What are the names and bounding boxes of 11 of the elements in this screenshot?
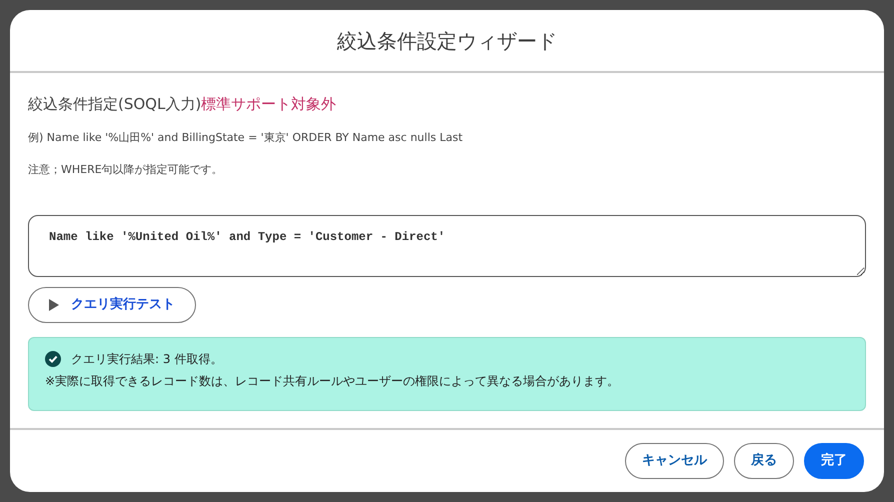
example-text: 例) Name like '%山田%' and BillingState = '東京' ORDER BY Name asc nulls Last — [28, 130, 464, 146]
result-text: ※実際に取得できるレコード数は、レコード共有ルールやユーザーの権限によって異なる場合があります。 — [45, 372, 620, 390]
window-title: 絞込条件設定ウィザード — [337, 28, 557, 54]
section-heading: 絞込条件指定(SOQL入力)標準サポート対象外 — [28, 94, 338, 115]
dialog-button[interactable]: 戻る — [734, 443, 794, 479]
result-text: クエリ実行結果: 3 件取得。 — [71, 350, 222, 368]
dialog-button[interactable]: キャンセル — [625, 443, 724, 479]
finish-button[interactable]: 完了 — [804, 443, 864, 479]
note-text: 注意；WHERE句以降が指定可能です。 — [28, 162, 224, 178]
query-test-button[interactable]: クエリ実行テスト — [28, 286, 196, 322]
query-field[interactable]: Name like '%United Oil%' and Type = 'Customer - Direct' — [28, 214, 866, 276]
